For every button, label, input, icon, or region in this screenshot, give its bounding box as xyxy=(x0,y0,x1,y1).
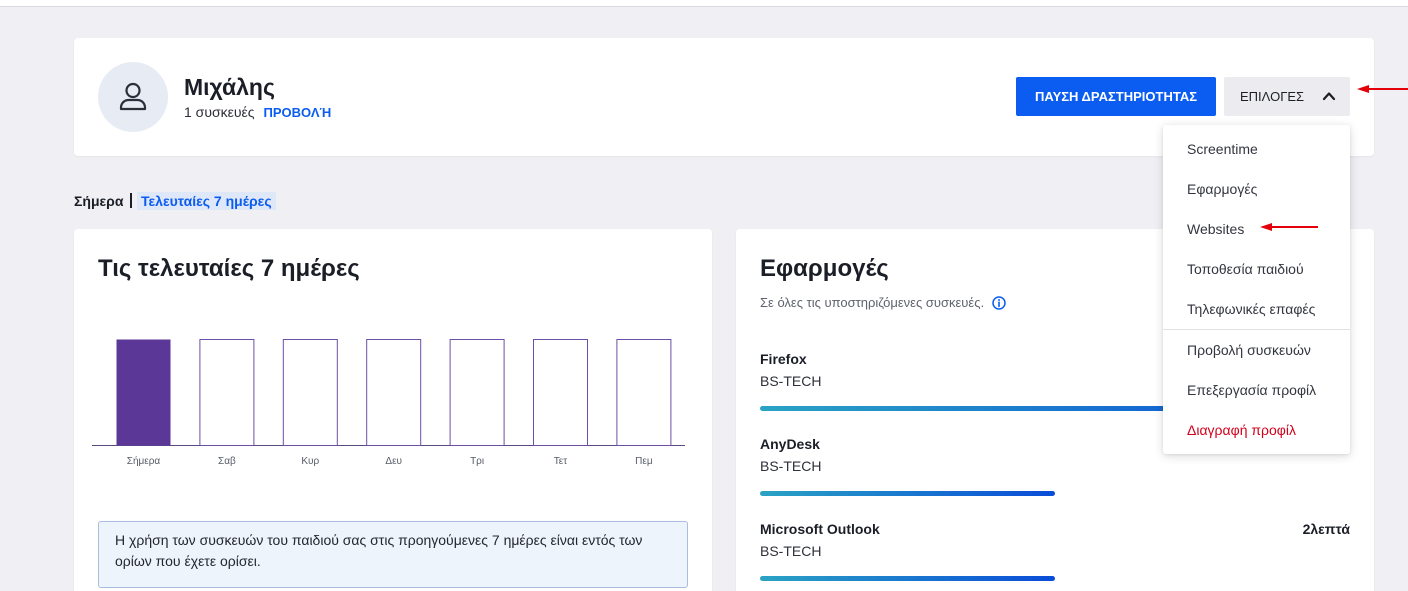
menu-item-screentime[interactable]: Screentime xyxy=(1163,129,1350,169)
app-duration: 2λεπτά xyxy=(1302,521,1350,537)
apps-card-title: Εφαρμογές xyxy=(760,255,889,282)
chart-label-6: Πεμ xyxy=(635,456,653,467)
app-name: AnyDesk xyxy=(760,436,820,452)
menu-item-view-devices[interactable]: Προβολή συσκευών xyxy=(1163,330,1350,370)
info-icon[interactable] xyxy=(992,296,1006,310)
pause-activity-button[interactable]: ΠΑΥΣΗ ΔΡΑΣΤΗΡΙΟΤΗΤΑΣ xyxy=(1016,77,1216,116)
profile-meta: 1 συσκευές ΠΡΟΒΟΛΉ xyxy=(184,104,331,121)
usage-bar-chart: Σήμερα Σαβ Κυρ Δευ Τρι Τετ Πεμ xyxy=(92,339,685,467)
profile-name: Μιχάλης xyxy=(184,74,275,100)
options-button[interactable]: ΕΠΙΛΟΓΕΣ xyxy=(1224,77,1350,116)
tab-divider xyxy=(130,193,132,208)
chart-bar-1[interactable] xyxy=(199,339,255,446)
app-name: Microsoft Outlook xyxy=(760,521,880,537)
chevron-up-icon xyxy=(1322,92,1336,101)
chart-bar-3[interactable] xyxy=(366,339,422,446)
avatar xyxy=(98,62,168,132)
tab-today[interactable]: Σήμερα xyxy=(74,192,123,210)
menu-item-edit-profile[interactable]: Επεξεργασία προφίλ xyxy=(1163,370,1350,410)
menu-item-websites[interactable]: Websites xyxy=(1163,209,1350,249)
menu-item-child-location[interactable]: Τοποθεσία παιδιού xyxy=(1163,249,1350,289)
menu-item-phone-contacts[interactable]: Τηλεφωνικές επαφές xyxy=(1163,289,1350,329)
usage-card: Τις τελευταίες 7 ημέρες Σήμερα Σαβ Κυρ Δευ Τ… xyxy=(74,229,712,591)
chart-label-5: Τετ xyxy=(554,456,567,467)
app-row[interactable]: Microsoft Outlook 2λεπτά BS-TECH xyxy=(760,520,1350,581)
options-button-label: ΕΠΙΛΟΓΕΣ xyxy=(1240,89,1305,104)
user-outline-icon xyxy=(119,82,147,111)
chart-bar-0[interactable] xyxy=(116,339,171,446)
chart-bar-2[interactable] xyxy=(282,339,338,446)
apps-subtitle-text: Σε όλες τις υποστηριζόμενες συσκευές. xyxy=(760,295,985,310)
options-menu: Screentime Εφαρμογές Websites Τοποθεσία … xyxy=(1163,125,1350,454)
top-bar xyxy=(0,0,1408,7)
apps-card-subtitle: Σε όλες τις υποστηριζόμενες συσκευές. xyxy=(760,295,1006,311)
app-device: BS-TECH xyxy=(760,458,822,474)
app-device: BS-TECH xyxy=(760,373,822,389)
usage-info-message: Η χρήση των συσκευών του παιδιού σας στι… xyxy=(98,521,688,588)
chart-label-3: Δευ xyxy=(385,456,402,467)
tab-last-7-days[interactable]: Τελευταίες 7 ημέρες xyxy=(137,192,276,210)
device-count: 1 συσκευές xyxy=(184,104,255,120)
app-usage-bar xyxy=(760,576,1055,581)
view-devices-link[interactable]: ΠΡΟΒΟΛΉ xyxy=(264,105,332,120)
app-usage-track xyxy=(760,576,1350,581)
chart-label-0: Σήμερα xyxy=(127,455,161,467)
app-name: Firefox xyxy=(760,351,807,367)
annotation-arrow-icon xyxy=(1260,223,1318,231)
chart-label-4: Τρι xyxy=(470,456,484,467)
app-usage-bar xyxy=(760,491,1055,496)
chart-bar-6[interactable] xyxy=(616,339,672,446)
app-device: BS-TECH xyxy=(760,543,822,559)
chart-bar-5[interactable] xyxy=(533,339,588,446)
usage-card-title: Τις τελευταίες 7 ημέρες xyxy=(98,255,360,282)
app-usage-track xyxy=(760,491,1350,496)
chart-bar-4[interactable] xyxy=(449,339,505,446)
menu-item-apps[interactable]: Εφαρμογές xyxy=(1163,169,1350,209)
chart-label-1: Σαβ xyxy=(218,456,236,467)
menu-item-delete-profile[interactable]: Διαγραφή προφίλ xyxy=(1163,410,1350,450)
chart-label-2: Κυρ xyxy=(301,456,319,467)
annotation-arrow-icon xyxy=(1357,85,1408,93)
